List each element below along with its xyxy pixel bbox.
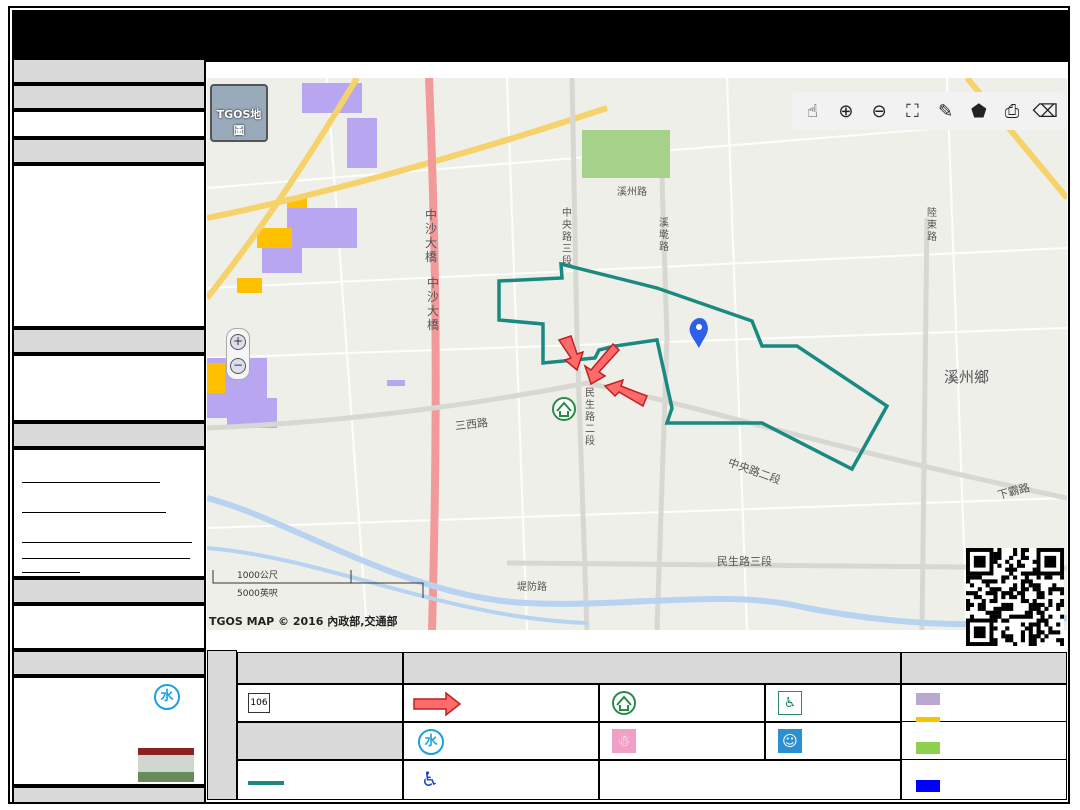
road-label: 民生路三段 bbox=[717, 555, 772, 568]
qr-code bbox=[966, 548, 1065, 647]
sidebar-header-5 bbox=[12, 422, 206, 448]
sidebar-header-4 bbox=[12, 328, 206, 354]
legend-header-2 bbox=[403, 652, 901, 684]
arrow-icon bbox=[413, 691, 462, 717]
sidebar-underline bbox=[22, 482, 160, 483]
boundary-line-icon bbox=[248, 781, 284, 785]
water-badge-icon: 水 bbox=[418, 729, 444, 755]
tgos-logo[interactable]: TGOS地圖 bbox=[210, 84, 268, 142]
legend-cell bbox=[901, 722, 1067, 760]
legend-header-1 bbox=[237, 652, 403, 684]
road-label: 堤防路 bbox=[517, 582, 547, 593]
legend-cell bbox=[901, 684, 1067, 729]
legend-side-header bbox=[207, 650, 237, 800]
tgos-logo-label: TGOS地圖 bbox=[216, 108, 262, 137]
restroom-icon: ☃ bbox=[612, 729, 636, 753]
zoom-in-button[interactable]: + bbox=[230, 334, 246, 350]
sidebar-field-1 bbox=[12, 110, 206, 138]
sidebar-field-4 bbox=[12, 448, 206, 578]
zoom-out-button[interactable]: − bbox=[230, 358, 246, 374]
water-badge-icon: 水 bbox=[154, 684, 180, 710]
legend-cell: ♿ bbox=[765, 684, 901, 722]
title-bar bbox=[12, 10, 1068, 62]
legend-table: 106 ♿ 水 ☃ ☺ ♿ bbox=[207, 650, 1067, 800]
legend-cell: ☃ bbox=[599, 722, 765, 760]
site-photo bbox=[138, 748, 194, 782]
sidebar-field-5 bbox=[12, 604, 206, 650]
sidebar-header-2 bbox=[12, 84, 206, 110]
family-icon: ♿ bbox=[778, 691, 802, 715]
road-label: 陸東路 bbox=[927, 208, 937, 243]
road-label: 民生路二段 bbox=[585, 388, 595, 447]
legend-cell bbox=[237, 722, 403, 760]
sidebar-header-7 bbox=[12, 650, 206, 676]
road-label: 中央路三段 bbox=[562, 208, 572, 267]
legend-cell bbox=[599, 760, 901, 800]
sidebar-underline bbox=[22, 542, 192, 543]
river bbox=[207, 495, 1067, 628]
map-canvas bbox=[207, 78, 1067, 630]
legend-cell: 水 bbox=[403, 722, 599, 760]
sidebar-underline bbox=[22, 512, 166, 513]
legend-cell: 106 bbox=[237, 684, 403, 722]
route-number-icon: 106 bbox=[248, 693, 270, 713]
legend-cell bbox=[403, 684, 599, 722]
sidebar-field-3 bbox=[12, 354, 206, 422]
sidebar-header-3 bbox=[12, 138, 206, 164]
sidebar-field-6: 水 bbox=[12, 676, 206, 786]
station-icon bbox=[612, 691, 636, 715]
highway-pink bbox=[425, 78, 440, 630]
sidebar-field-2 bbox=[12, 164, 206, 328]
bridge-label: 中沙大橋 bbox=[425, 208, 438, 264]
zoom-in-icon[interactable]: ⊕ bbox=[834, 99, 858, 123]
purple-swatch bbox=[916, 693, 940, 705]
print-icon[interactable]: ⎙ bbox=[1000, 99, 1024, 123]
sidebar-underline bbox=[22, 572, 80, 573]
legend-cell bbox=[237, 760, 403, 800]
map-toolbar: ☝ ⊕ ⊖ ⛶ ✎ ⬟ ⎙ ⌫ bbox=[792, 92, 1066, 130]
zoom-control: + − bbox=[226, 328, 250, 380]
location-pin bbox=[689, 318, 708, 348]
legend-cell: ♿ bbox=[403, 760, 599, 800]
nursing-icon: ☺ bbox=[778, 729, 802, 753]
scale-label-metric: 1000公尺 bbox=[237, 571, 278, 581]
park-area bbox=[582, 130, 670, 178]
scale-label-imperial: 5000英呎 bbox=[237, 589, 278, 599]
access-arrows bbox=[557, 335, 648, 408]
green-swatch bbox=[916, 742, 940, 754]
full-extent-icon[interactable]: ⛶ bbox=[900, 99, 924, 123]
road-label: 溪州路 bbox=[617, 187, 647, 198]
blue-swatch bbox=[916, 780, 940, 792]
sidebar-underline bbox=[22, 558, 190, 559]
township-label: 溪州鄉 bbox=[944, 368, 990, 386]
bridge-label: 中沙大橋 bbox=[427, 276, 440, 332]
road-label: 溪墘路 bbox=[659, 218, 669, 253]
site-boundary bbox=[497, 261, 890, 472]
measure-icon[interactable]: ✎ bbox=[934, 99, 958, 123]
sidebar-header-8 bbox=[12, 786, 206, 804]
map-view[interactable]: 溪州鄉 中沙大橋 中沙大橋 三西路 民生路二段 中央路二段 中央路三段 民生路三… bbox=[207, 78, 1067, 630]
accessible-icon: ♿ bbox=[421, 767, 439, 791]
sidebar-header-1 bbox=[12, 58, 206, 84]
legend-cell: ☺ bbox=[765, 722, 901, 760]
legend-cell bbox=[901, 760, 1067, 800]
map-copyright: TGOS MAP © 2016 內政部,交通部 bbox=[209, 615, 398, 628]
sidebar-header-6 bbox=[12, 578, 206, 604]
legend-cell bbox=[599, 684, 765, 722]
pan-icon[interactable]: ☝ bbox=[801, 99, 825, 123]
road-label: 三西路 bbox=[454, 416, 489, 433]
legend-header-3 bbox=[901, 652, 1067, 684]
zoom-out-icon[interactable]: ⊖ bbox=[867, 99, 891, 123]
polygon-icon[interactable]: ⬟ bbox=[967, 99, 991, 123]
eraser-icon[interactable]: ⌫ bbox=[1033, 99, 1058, 123]
